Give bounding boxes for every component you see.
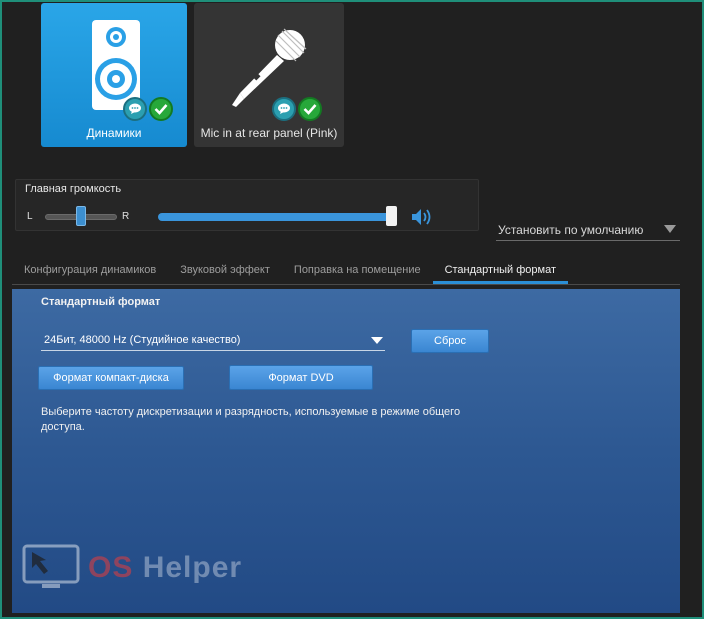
chevron-down-icon	[371, 337, 383, 344]
watermark: OS Helper	[22, 544, 242, 592]
device-microphone[interactable]: Mic in at rear panel (Pink)	[194, 3, 344, 147]
check-icon	[298, 97, 322, 121]
settings-tabs: Конфигурация динамиков Звуковой эффект П…	[12, 262, 680, 285]
cd-format-button[interactable]: Формат компакт-диска	[38, 366, 184, 390]
balance-slider-thumb[interactable]	[76, 206, 86, 226]
format-dropdown[interactable]: 24Бит, 48000 Hz (Студийное качество)	[41, 331, 385, 351]
device-label-speakers: Динамики	[86, 126, 142, 140]
tab-speaker-configuration[interactable]: Конфигурация динамиков	[12, 262, 168, 284]
tab-room-correction[interactable]: Поправка на помещение	[282, 262, 433, 284]
master-volume-title: Главная громкость	[25, 183, 122, 195]
master-volume-panel: Главная громкость L R	[15, 179, 479, 231]
tab-default-format[interactable]: Стандартный формат	[432, 262, 569, 284]
chat-bubble-icon	[272, 97, 296, 121]
check-icon	[149, 97, 173, 121]
device-speakers[interactable]: Динамики	[41, 3, 187, 147]
set-default-dropdown[interactable]: Установить по умолчанию	[496, 221, 680, 241]
chat-bubble-icon	[123, 97, 147, 121]
watermark-prefix: OS	[88, 551, 134, 584]
chevron-down-icon	[664, 225, 676, 233]
reset-button[interactable]: Сброс	[411, 329, 489, 353]
watermark-suffix: Helper	[133, 551, 243, 584]
volume-speaker-icon[interactable]	[410, 207, 434, 227]
format-dropdown-value: 24Бит, 48000 Hz (Студийное качество)	[44, 334, 241, 346]
panel-title: Стандартный формат	[41, 296, 161, 308]
balance-right-label: R	[122, 211, 130, 222]
set-default-label: Установить по умолчанию	[498, 223, 644, 237]
volume-slider-thumb[interactable]	[386, 206, 398, 226]
format-description: Выберите частоту дискретизации и разрядн…	[41, 406, 461, 433]
dvd-format-button[interactable]: Формат DVD	[229, 365, 373, 390]
tab-sound-effect[interactable]: Звуковой эффект	[168, 262, 282, 284]
monitor-cursor-icon	[22, 544, 80, 588]
default-format-panel: Стандартный формат 24Бит, 48000 Hz (Студ…	[12, 289, 680, 613]
balance-left-label: L	[27, 211, 33, 222]
volume-slider-track[interactable]	[158, 213, 394, 221]
device-label-microphone: Mic in at rear panel (Pink)	[200, 126, 338, 140]
